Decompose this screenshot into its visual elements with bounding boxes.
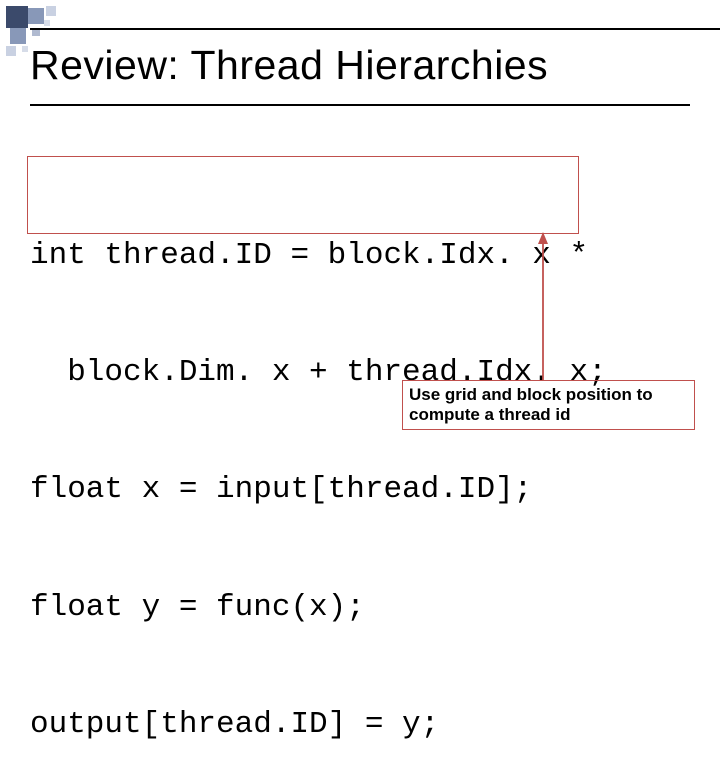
title-rule-bottom (30, 104, 690, 106)
code-line-5: output[thread.ID] = y; (30, 705, 607, 744)
code-line-4: float y = func(x); (30, 588, 607, 627)
annotation-callout: Use grid and block position to compute a… (402, 380, 695, 430)
code-line-1: int thread.ID = block.Idx. x * (30, 236, 607, 275)
slide-title: Review: Thread Hierarchies (30, 42, 548, 89)
title-rule-top (30, 28, 720, 30)
code-block: int thread.ID = block.Idx. x * block.Dim… (30, 158, 607, 783)
annotation-text: Use grid and block position to compute a… (409, 385, 653, 424)
code-line-3: float x = input[thread.ID]; (30, 470, 607, 509)
